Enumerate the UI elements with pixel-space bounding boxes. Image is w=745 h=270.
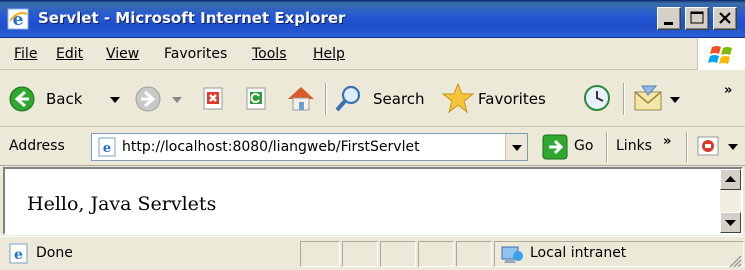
menu-tools[interactable]: Tools [252,46,287,62]
resize-grip-icon[interactable] [728,254,742,268]
page-text: Hello, Java Servlets [27,193,217,215]
toolbar-separator [325,83,327,115]
favorites-button[interactable]: Favorites [442,71,568,127]
toolbar-overflow-chevron[interactable]: » [724,83,732,98]
menu-file[interactable]: File [14,46,37,62]
arrow-down-icon [725,220,736,226]
status-bar: e Done Local intranet [0,236,745,270]
maximize-icon [690,11,704,24]
address-dropdown-button[interactable] [505,134,527,160]
status-pane [342,241,378,267]
toolbar-separator [623,83,625,115]
forward-arrow-icon [135,86,161,112]
chevron-down-icon [670,97,680,103]
maximize-button[interactable] [685,7,709,30]
stop-button[interactable] [200,71,232,127]
history-icon [584,85,610,111]
menu-favorites[interactable]: Favorites [164,46,227,62]
stop-icon [203,87,223,110]
title-bar[interactable]: e Servlet - Microsoft Internet Explorer [0,0,745,38]
svg-text:e: e [14,247,23,263]
links-label[interactable]: Links [616,138,652,154]
windows-logo-icon [708,46,732,64]
favorites-star-icon [442,82,474,114]
zone-label: Local intranet [530,245,627,261]
close-button[interactable] [713,7,737,30]
status-text: Done [36,245,73,261]
vertical-scrollbar[interactable] [720,169,741,233]
page-done-icon: e [9,243,28,264]
address-separator [606,132,608,162]
menu-bar: File Edit View Favorites Tools Help [0,38,745,70]
address-label: Address [9,138,65,154]
windows-logo [697,38,745,70]
ie-icon: e [7,8,29,30]
chevron-down-icon [110,97,120,103]
close-icon [719,12,731,24]
menu-edit[interactable]: Edit [56,46,83,62]
refresh-icon [246,87,266,110]
arrow-up-icon [725,176,736,182]
window-title: Servlet - Microsoft Internet Explorer [38,9,346,27]
scroll-up-button[interactable] [720,169,741,190]
mail-icon [634,85,662,111]
address-input[interactable]: e http://localhost:8080/liangweb/FirstSe… [91,133,528,161]
browser-window: e Servlet - Microsoft Internet Explorer … [0,0,745,270]
forward-button[interactable] [132,71,192,127]
status-pane [418,241,454,267]
zone-icon [501,246,523,263]
address-bar: Address e http://localhost:8080/liangweb… [0,128,745,166]
links-overflow-chevron[interactable]: » [663,134,671,149]
search-button[interactable]: Search [333,71,439,127]
mail-button[interactable] [632,71,684,127]
chevron-down-icon [728,144,738,150]
search-icon [335,85,361,112]
menu-help[interactable]: Help [313,46,345,62]
page-icon: e [98,137,116,157]
refresh-button[interactable] [243,71,275,127]
history-button[interactable] [580,71,614,127]
translate-icon [697,136,719,156]
minimize-button[interactable] [657,7,681,30]
address-separator [686,132,688,162]
scroll-down-button[interactable] [720,212,741,233]
go-arrow-icon [542,134,568,160]
page-content: Hello, Java Servlets [3,167,743,235]
address-url: http://localhost:8080/liangweb/FirstServ… [122,139,420,155]
go-label: Go [574,138,594,154]
back-arrow-icon [9,86,35,112]
translate-button[interactable] [694,132,742,162]
status-pane [380,241,416,267]
status-pane [300,241,340,267]
back-button[interactable]: Back [6,71,128,127]
home-button[interactable] [284,71,318,127]
home-icon [288,87,314,111]
chevron-down-icon [512,145,522,151]
svg-text:e: e [103,141,111,156]
chevron-down-icon [172,97,182,103]
standard-toolbar: Back Search Favorites » [0,71,745,127]
minimize-icon [664,22,673,25]
menu-view[interactable]: View [106,46,139,62]
status-pane [456,241,492,267]
